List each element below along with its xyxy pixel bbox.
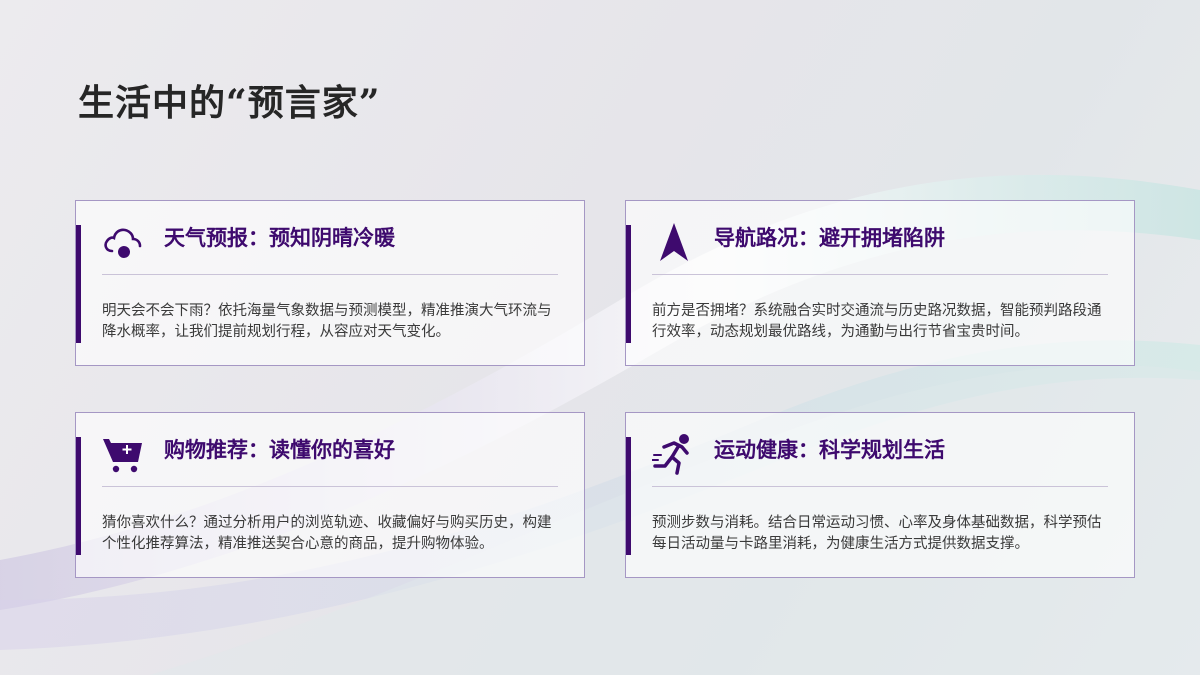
card-shopping-recommendation: 购物推荐：读懂你的喜好 猜你喜欢什么？通过分析用户的浏览轨迹、收藏偏好与购买历史…	[75, 412, 585, 578]
card-accent-bar	[626, 225, 631, 343]
runner-icon	[652, 434, 689, 475]
card-description: 前方是否拥堵？系统融合实时交通流与历史路况数据，智能预判路段通行效率，动态规划最…	[652, 303, 1102, 340]
card-navigation-traffic: 导航路况：避开拥堵陷阱 前方是否拥堵？系统融合实时交通流与历史路况数据，智能预判…	[625, 200, 1135, 366]
card-heading: 购物推荐：读懂你的喜好	[164, 437, 395, 462]
card-divider	[102, 486, 558, 487]
navigation-arrow-icon	[660, 223, 688, 261]
card-heading: 运动健康：科学规划生活	[714, 437, 945, 462]
card-accent-bar	[626, 437, 631, 555]
card-fitness-health: 运动健康：科学规划生活 预测步数与消耗。结合日常运动习惯、心率及身体基础数据，科…	[625, 412, 1135, 578]
shopping-cart-icon	[103, 439, 142, 473]
card-description: 明天会不会下雨？依托海量气象数据与预测模型，精准推演大气环流与降水概率，让我们提…	[102, 303, 552, 340]
card-heading: 天气预报：预知阴晴冷暖	[164, 225, 395, 250]
card-divider	[652, 274, 1108, 275]
card-accent-bar	[76, 437, 81, 555]
card-divider	[102, 274, 558, 275]
cloud-icon	[104, 228, 142, 258]
card-accent-bar	[76, 225, 81, 343]
card-description: 预测步数与消耗。结合日常运动习惯、心率及身体基础数据，科学预估每日活动量与卡路里…	[652, 515, 1102, 552]
card-heading: 导航路况：避开拥堵陷阱	[714, 225, 945, 250]
card-description: 猜你喜欢什么？通过分析用户的浏览轨迹、收藏偏好与购买历史，构建个性化推荐算法，精…	[102, 515, 552, 552]
card-weather-forecast: 天气预报：预知阴晴冷暖 明天会不会下雨？依托海量气象数据与预测模型，精准推演大气…	[75, 200, 585, 366]
page-title: 生活中的“预言家”	[78, 82, 381, 124]
card-divider	[652, 486, 1108, 487]
